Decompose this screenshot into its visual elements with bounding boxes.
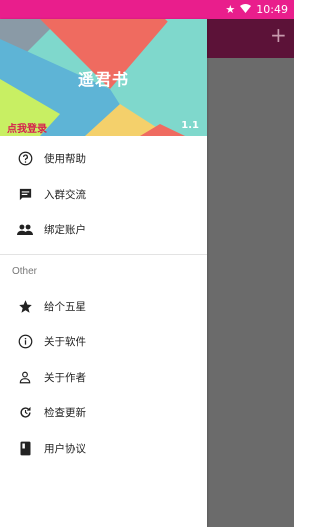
menu-item-group-chat[interactable]: 入群交流: [0, 177, 207, 213]
main-content-scrim[interactable]: +: [207, 19, 294, 527]
menu-label: 绑定账户: [44, 224, 86, 237]
menu-label: 给个五星: [44, 300, 86, 313]
menu-item-bind-account[interactable]: 绑定账户: [0, 212, 207, 248]
menu-label: 使用帮助: [44, 153, 86, 166]
menu-item-user-agreement[interactable]: 用户协议: [0, 431, 207, 467]
menu-item-check-update[interactable]: 检查更新: [0, 395, 207, 431]
login-link[interactable]: 点我登录: [7, 120, 47, 135]
menu-item-about-author[interactable]: 关于作者: [0, 360, 207, 396]
menu-label: 关于软件: [44, 336, 86, 349]
app-title: 遥君书: [77, 70, 129, 89]
person-icon: [17, 369, 33, 385]
help-icon: [17, 151, 33, 167]
drawer-menu: 使用帮助 入群交流 绑定账户 Other 给个五星 关于软件 关于作者 检查更新…: [0, 136, 207, 466]
chat-icon: [17, 186, 33, 202]
menu-label: 用户协议: [44, 442, 86, 455]
add-button[interactable]: +: [270, 25, 287, 45]
menu-label: 入群交流: [44, 188, 86, 201]
section-title-other: Other: [12, 265, 38, 277]
menu-item-about-app[interactable]: 关于软件: [0, 324, 207, 360]
refresh-icon: [17, 405, 33, 421]
menu-item-help[interactable]: 使用帮助: [0, 141, 207, 177]
star-icon: [17, 298, 33, 314]
menu-label: 关于作者: [44, 371, 86, 384]
wifi-icon: [240, 4, 252, 15]
main-toolbar: +: [207, 19, 294, 58]
people-icon: [17, 222, 33, 238]
version-label: 1.1: [181, 120, 199, 131]
drawer-header: 遥君书 点我登录 1.1: [0, 19, 207, 136]
info-icon: [17, 334, 33, 350]
menu-item-rate[interactable]: 给个五星: [0, 289, 207, 325]
book-icon: [17, 440, 33, 456]
status-time: 10:49: [256, 3, 288, 16]
star-icon: ★: [225, 3, 236, 16]
navigation-drawer: 遥君书 点我登录 1.1 使用帮助 入群交流 绑定账户 Other 给个五星 关…: [0, 19, 207, 527]
status-bar: ★ 10:49: [0, 0, 294, 19]
menu-label: 检查更新: [44, 407, 86, 420]
